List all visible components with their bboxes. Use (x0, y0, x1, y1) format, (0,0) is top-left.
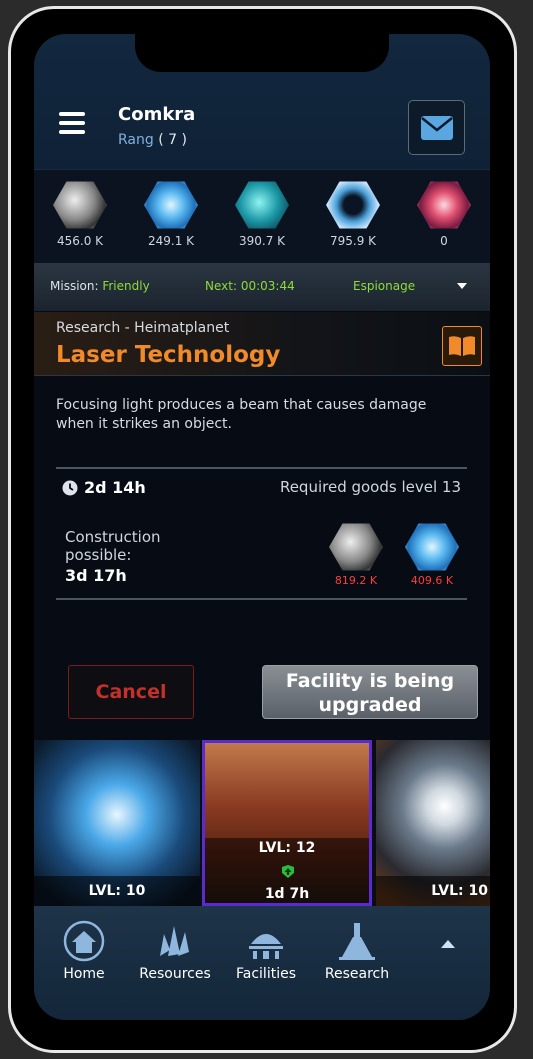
card-level: LVL: 12 (258, 840, 316, 856)
resource-amount: 0 (440, 234, 448, 248)
clock-icon (62, 480, 78, 495)
flask-icon (339, 923, 375, 960)
divider (56, 467, 467, 469)
chevron-up-icon[interactable] (441, 940, 455, 948)
card-level: LVL: 10 (34, 876, 200, 906)
facility-upgrading-button[interactable]: Facility is being upgraded (262, 665, 478, 719)
bottom-navigation: Home Resources Facilities Research (34, 906, 490, 1020)
crystal-icon (144, 181, 198, 229)
research-description: Focusing light produces a beam that caus… (56, 397, 427, 432)
nav-label: Research (324, 966, 390, 982)
book-icon (449, 336, 475, 356)
construction-label: Construction possible: (65, 528, 161, 564)
research-duration: 2d 14h (62, 478, 146, 497)
mission-value: Friendly (102, 279, 150, 293)
deuterium-icon (235, 181, 289, 229)
resource-amount: 456.0 K (56, 234, 104, 248)
hamburger-menu-icon[interactable] (59, 112, 85, 134)
construction-time: 3d 17h (65, 566, 127, 585)
facility-card[interactable]: LVL: 10 (34, 740, 200, 906)
crystals-icon (160, 926, 189, 956)
card-level: LVL: 10 (376, 876, 490, 906)
home-icon (63, 920, 105, 962)
nav-research[interactable]: Research (315, 920, 399, 982)
next-label: Next: (205, 279, 237, 293)
facility-carousel: LVL: 10 LVL: 12 1d 7h LVL: 10 (34, 740, 490, 906)
research-subtitle: Research - Heimatplanet (56, 320, 230, 336)
info-book-button[interactable] (442, 326, 482, 366)
next-timer: 00:03:44 (240, 279, 295, 293)
resource-metal[interactable]: 456.0 K (50, 180, 110, 248)
mission-bar[interactable]: Mission: Friendly Next: 00:03:44 Espiona… (34, 263, 490, 311)
nav-home[interactable]: Home (42, 920, 126, 982)
nav-label: Home (63, 966, 105, 982)
next-mission: Next: 00:03:44 (205, 279, 295, 293)
research-header: Research - Heimatplanet Laser Technology (34, 312, 490, 376)
envelope-icon (420, 115, 453, 140)
divider (56, 598, 467, 600)
nav-resources[interactable]: Resources (133, 920, 217, 982)
facility-card-active[interactable]: LVL: 12 1d 7h (202, 740, 372, 906)
energy-orb-icon (326, 181, 380, 229)
cost-amount: 409.6 K (410, 574, 454, 587)
phone-notch (135, 34, 389, 72)
required-level: Required goods level 13 (279, 478, 461, 496)
mission-status: Mission: Friendly (50, 279, 150, 293)
facility-card[interactable]: LVL: 10 (376, 740, 490, 906)
resource-amount: 249.1 K (147, 234, 195, 248)
duration-value: 2d 14h (84, 478, 146, 497)
research-title: Laser Technology (56, 342, 281, 368)
mission-type: Espionage (353, 279, 416, 293)
resource-amount: 390.7 K (238, 234, 286, 248)
metal-ore-icon (329, 523, 383, 571)
cancel-button[interactable]: Cancel (68, 665, 194, 719)
chevron-down-icon[interactable] (457, 283, 467, 289)
rank-value: ( 7 ) (158, 132, 187, 148)
resource-dark-matter[interactable]: 0 (414, 180, 474, 248)
nav-label: Facilities (236, 966, 296, 982)
facility-dome-icon (249, 934, 283, 959)
cost-crystal: 409.6 K (402, 522, 462, 587)
resource-crystal[interactable]: 249.1 K (141, 180, 201, 248)
resource-deuterium[interactable]: 390.7 K (232, 180, 292, 248)
resource-energy[interactable]: 795.9 K (323, 180, 383, 248)
upgrade-arrow-icon (282, 865, 294, 878)
mail-button[interactable] (408, 100, 465, 155)
player-rank: Rang ( 7 ) (118, 132, 187, 148)
rank-label: Rang (118, 132, 154, 148)
app-screen: Comkra Rang ( 7 ) 456.0 K 249.1 K 390.7 … (34, 34, 490, 1020)
cost-metal: 819.2 K (326, 522, 386, 587)
card-upgrade-time: 1d 7h (264, 886, 310, 902)
metal-ore-icon (53, 181, 107, 229)
mission-label: Mission: (50, 279, 99, 293)
crystal-icon (405, 523, 459, 571)
nav-facilities[interactable]: Facilities (224, 920, 308, 982)
dark-matter-icon (417, 181, 471, 229)
player-name: Comkra (118, 104, 196, 125)
resource-amount: 795.9 K (329, 234, 377, 248)
nav-label: Resources (139, 966, 211, 982)
resource-bar: 456.0 K 249.1 K 390.7 K 795.9 K 0 (34, 169, 490, 263)
cost-amount: 819.2 K (334, 574, 378, 587)
